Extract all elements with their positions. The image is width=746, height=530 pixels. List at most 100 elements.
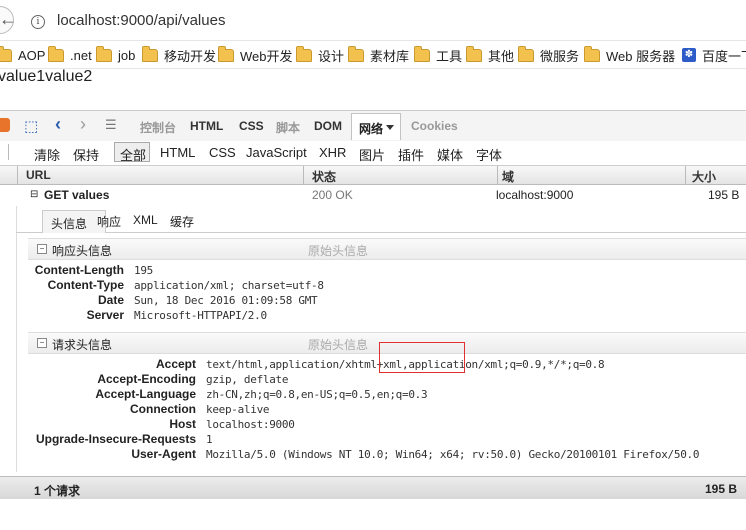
request-status: 200 OK — [312, 188, 353, 202]
filter-javascript-button[interactable]: JavaScript — [246, 145, 307, 160]
filter-xhr-button[interactable]: XHR — [319, 145, 346, 160]
raw-headers-link[interactable]: 原始头信息 — [308, 336, 368, 353]
detail-tabs: 头信息 响应 XML 缓存 — [16, 208, 746, 233]
header-value: Mozilla/5.0 (Windows NT 10.0; Win64; x64… — [206, 448, 700, 461]
filter-css-button[interactable]: CSS — [209, 145, 236, 160]
bookmark-microservices[interactable]: 微服务 — [518, 45, 579, 64]
bookmarks-bar: AOP .net job 移动开发 Web开发 设计 素材库 工具 其他 微服务… — [0, 41, 746, 69]
chevron-left-icon[interactable]: ‹ — [55, 114, 61, 135]
folder-icon — [414, 45, 430, 62]
column-url[interactable]: URL — [26, 168, 51, 182]
raw-headers-link[interactable]: 原始头信息 — [308, 242, 368, 259]
header-value: application/xml; charset=utf-8 — [134, 279, 324, 292]
request-count: 1 个请求 — [34, 484, 81, 498]
column-status[interactable]: 状态 — [312, 168, 336, 185]
back-button[interactable]: ← — [0, 6, 17, 34]
bookmark-baidu[interactable]: ✽百度一下 — [682, 46, 746, 64]
tab-response[interactable]: 响应 — [97, 213, 121, 230]
firebug-bug-icon[interactable] — [0, 118, 10, 132]
filter-html-button[interactable]: HTML — [160, 145, 195, 160]
header-name: Content-Type — [47, 278, 124, 292]
tab-script[interactable]: 脚本 — [276, 119, 300, 136]
header-value: gzip, deflate — [206, 373, 289, 386]
bookmark-assets[interactable]: 素材库 — [348, 45, 409, 64]
folder-icon — [584, 45, 600, 62]
bookmark-tools[interactable]: 工具 — [414, 45, 462, 64]
filter-all-button[interactable]: 全部 — [114, 142, 150, 163]
folder-icon — [296, 45, 312, 62]
header-name: Accept-Language — [95, 387, 196, 401]
section-title: 响应头信息 — [52, 244, 113, 258]
column-size[interactable]: 大小 — [692, 168, 716, 185]
bookmark-web-server[interactable]: Web 服务器 — [584, 45, 675, 64]
header-name: Connection — [130, 402, 196, 416]
header-name: Accept — [155, 357, 196, 371]
bookmark-aop[interactable]: AOP — [0, 45, 45, 64]
folder-icon — [96, 45, 112, 62]
request-label: GET values — [44, 188, 110, 202]
header-value: Sun, 18 Dec 2016 01:09:58 GMT — [134, 294, 318, 307]
total-size: 195 B — [705, 482, 738, 496]
tab-html[interactable]: HTML — [190, 119, 223, 133]
inspect-pointer-icon[interactable]: ⬚ — [24, 117, 38, 135]
firebug-toolbar: ⬚ ‹ › ☰ 控制台 HTML CSS 脚本 DOM 网络 Cookies — [0, 110, 746, 142]
header-name: Upgrade-Insecure-Requests — [35, 432, 196, 446]
header-value: keep-alive — [206, 403, 270, 416]
url-field[interactable]: localhost:9000/api/values — [57, 12, 225, 29]
bookmark-design[interactable]: 设计 — [296, 45, 344, 64]
folder-icon — [218, 45, 234, 62]
collapse-toggle-icon[interactable]: ⊟ — [30, 189, 38, 200]
tab-dom[interactable]: DOM — [314, 119, 342, 133]
folder-icon — [48, 45, 64, 62]
header-value: localhost:9000 — [206, 418, 295, 431]
toolbar-grip-icon — [0, 144, 9, 160]
clear-button[interactable]: 清除 — [34, 145, 60, 164]
filter-fonts-button[interactable]: 字体 — [476, 145, 502, 164]
column-domain[interactable]: 域 — [502, 168, 514, 185]
section-title: 请求头信息 — [52, 338, 113, 352]
page-body-text: value1value2 — [0, 68, 93, 85]
chevron-right-icon[interactable]: › — [80, 114, 86, 135]
header-name: User-Agent — [131, 447, 196, 461]
persist-button[interactable]: 保持 — [73, 145, 99, 164]
address-bar: ← i localhost:9000/api/values — [0, 0, 746, 41]
header-value: zh-CN,zh;q=0.8,en-US;q=0.5,en;q=0.3 — [206, 388, 428, 401]
filter-images-button[interactable]: 图片 — [359, 145, 385, 164]
tab-css[interactable]: CSS — [239, 119, 264, 133]
header-name: Accept-Encoding — [97, 372, 196, 386]
folder-icon — [518, 45, 534, 62]
collapse-toggle-icon[interactable]: − — [37, 338, 47, 348]
request-row[interactable]: ⊟ GET values 200 OK localhost:9000 195 B — [0, 185, 746, 205]
network-column-header: URL 状态 域 大小 — [0, 166, 746, 185]
header-name: Date — [97, 293, 124, 307]
collapse-toggle-icon[interactable]: − — [37, 244, 47, 254]
tab-xml[interactable]: XML — [133, 213, 158, 227]
info-icon[interactable]: i — [31, 15, 45, 29]
bookmark-job[interactable]: job — [96, 45, 135, 64]
filter-plugins-button[interactable]: 插件 — [398, 145, 424, 164]
filter-media-button[interactable]: 媒体 — [437, 145, 463, 164]
command-line-icon[interactable]: ☰ — [105, 117, 117, 133]
bookmark-web-dev[interactable]: Web开发 — [218, 45, 293, 64]
request-domain: localhost:9000 — [496, 188, 574, 202]
header-name: Server — [86, 308, 124, 322]
tab-cookies[interactable]: Cookies — [411, 119, 458, 133]
network-filter-bar: 清除 保持 全部 HTML CSS JavaScript XHR 图片 插件 媒… — [0, 141, 746, 166]
folder-icon — [142, 45, 158, 62]
response-headers-section[interactable]: − 响应头信息 原始头信息 — [28, 238, 746, 260]
back-arrow-icon: ← — [0, 9, 17, 29]
bookmark-mobile-dev[interactable]: 移动开发 — [142, 45, 216, 64]
tab-network[interactable]: 网络 — [351, 113, 401, 140]
bookmark-dotnet[interactable]: .net — [48, 45, 92, 64]
header-value: 195 — [134, 264, 153, 277]
bookmark-other[interactable]: 其他 — [466, 45, 514, 64]
folder-icon — [0, 45, 12, 62]
highlight-box — [379, 342, 465, 373]
tab-cache[interactable]: 缓存 — [170, 213, 194, 230]
network-status-bar: 1 个请求 195 B — [0, 476, 746, 499]
chevron-down-icon[interactable] — [386, 125, 394, 130]
header-name: Host — [169, 417, 196, 431]
request-size: 195 B — [708, 188, 740, 202]
header-name: Content-Length — [34, 263, 124, 277]
tab-console[interactable]: 控制台 — [140, 119, 176, 136]
